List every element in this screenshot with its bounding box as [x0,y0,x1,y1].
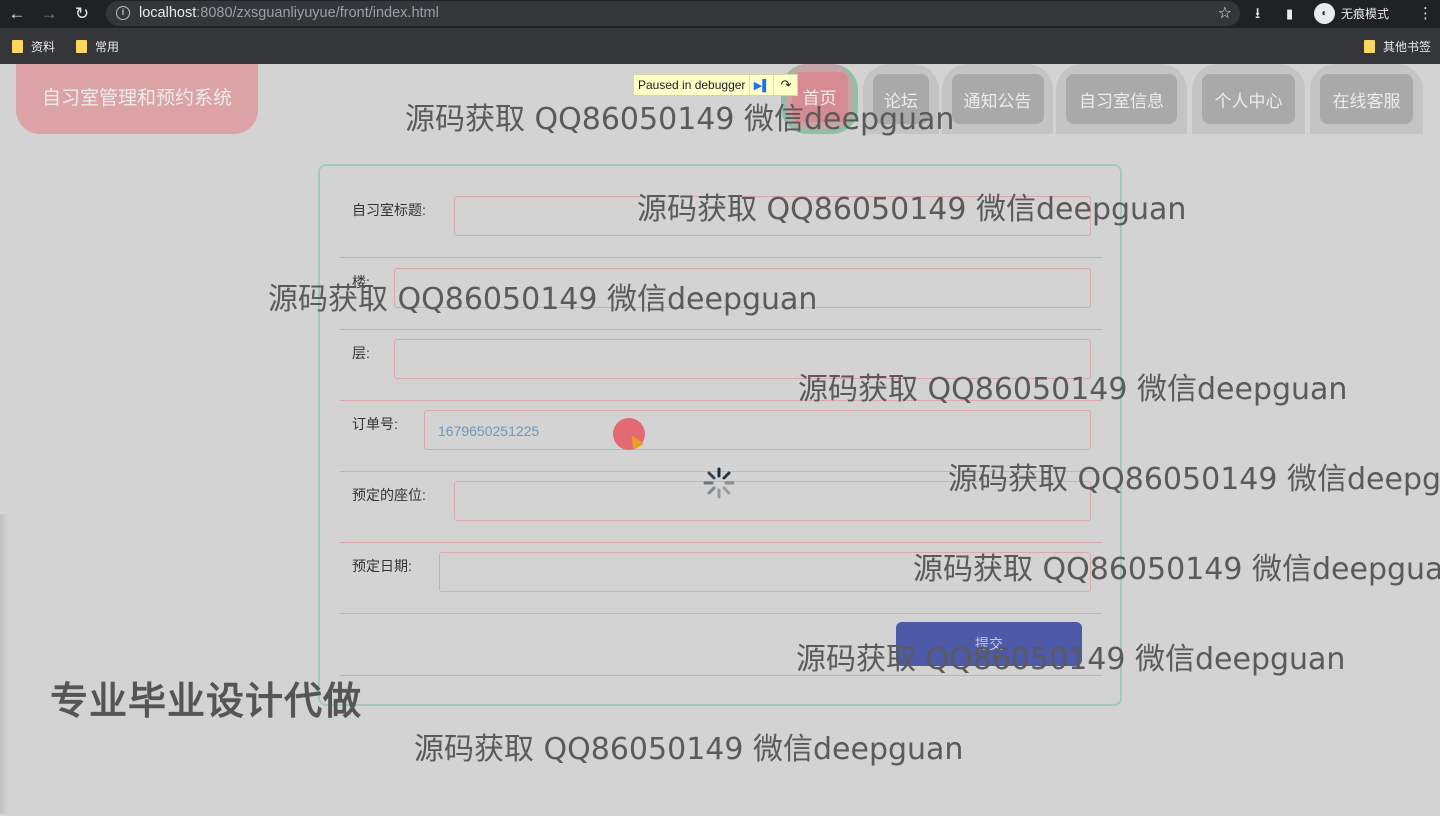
field-label: 预定的座位: [352,487,426,503]
nav-tab-profile[interactable]: 个人中心 [1192,64,1305,134]
field-label: 层: [352,345,370,361]
site-title: 自习室管理和预约系统 [41,87,232,109]
watermark: 源码获取 QQ86050149 微信deepguan [637,192,1187,227]
nav-tab-study-rooms[interactable]: 自习室信息 [1056,64,1187,134]
field-label: 预定日期: [352,558,412,574]
reload-icon[interactable]: ↻ [71,3,93,25]
folder-icon [12,40,23,53]
incognito-label: 无痕模式 [1341,6,1390,21]
address-bar[interactable]: i localhost:8080/zxsguanliyuyue/front/in… [106,1,1240,26]
resume-icon[interactable]: ▶▌ [749,75,773,95]
watermark: 源码获取 QQ86050149 微信deepguan [268,282,818,317]
url-path: :8080/zxsguanliyuyue/front/index.html [196,5,439,21]
nav-tab-label: 通知公告 [951,74,1044,124]
other-bookmarks[interactable]: 其他书签 [1364,38,1431,55]
watermark: 源码获取 QQ86050149 微信deepguan [796,642,1346,677]
incognito-indicator[interactable]: ◐ 无痕模式 [1314,2,1389,24]
site-logo[interactable]: 自习室管理和预约系统 [16,64,258,134]
field-label: 订单号: [352,416,398,432]
bookmark-folder-2[interactable]: 常用 [76,38,119,55]
bookmark-label: 资料 [31,40,56,54]
loading-spinner-icon [703,467,735,499]
bookmarks-bar: 资料 常用 其他书签 [0,28,1440,64]
browser-toolbar: ← → ↻ i localhost:8080/zxsguanliyuyue/fr… [0,0,1440,28]
field-label: 自习室标题: [352,202,426,218]
back-arrow-icon[interactable]: ← [6,3,28,25]
watermark: 源码获取 QQ86050149 微信deepguan [405,102,955,137]
watermark: 源码获取 QQ86050149 微信deepguan [948,462,1440,497]
booking-form: 自习室标题: 楼: 层: 订单号: 1679650251225 预定的座位: 预… [318,164,1122,706]
bookmark-folder-1[interactable]: 资料 [12,38,55,55]
browser-menu-icon[interactable]: ⋮ [1418,3,1433,25]
folder-icon [76,40,87,53]
nav-tab-support[interactable]: 在线客服 [1310,64,1423,134]
site-info-icon[interactable]: i [116,6,130,20]
nav-tab-notices[interactable]: 通知公告 [942,64,1053,134]
order-number-input[interactable]: 1679650251225 [424,410,1091,450]
watermark: 源码获取 QQ86050149 微信deepguan [798,372,1348,407]
bookmark-label: 常用 [95,40,120,54]
nav-tab-label: 自习室信息 [1066,74,1177,124]
debugger-banner: Paused in debugger ▶▌ ↷ [633,74,799,96]
incognito-icon: ◐ [1314,2,1335,24]
step-over-icon[interactable]: ↷ [773,75,797,95]
input-value: 1679650251225 [438,423,540,439]
download-icon[interactable]: ⭳ [1255,3,1260,25]
debugger-label: Paused in debugger [638,78,746,92]
side-panel-icon[interactable]: ▮ [1286,3,1293,25]
nav-tab-label: 在线客服 [1320,74,1413,124]
other-bookmarks-label: 其他书签 [1383,40,1432,54]
promo-overlay-text: 专业毕业设计代做 [50,681,363,723]
nav-tab-label: 个人中心 [1202,74,1295,124]
watermark: 源码获取 QQ86050149 微信deepguan [414,732,964,767]
forward-arrow-icon[interactable]: → [38,3,60,25]
folder-icon [1364,40,1375,53]
url-host: localhost [139,5,197,21]
bookmark-star-icon[interactable]: ☆ [1218,3,1232,23]
left-edge-shadow [0,514,8,814]
url-text: localhost:8080/zxsguanliyuyue/front/inde… [139,5,439,21]
page-body: 自习室管理和预约系统 首页 论坛 通知公告 自习室信息 个人中心 在线客服 Pa… [0,64,1440,816]
watermark: 源码获取 QQ86050149 微信deepguan [913,552,1440,587]
